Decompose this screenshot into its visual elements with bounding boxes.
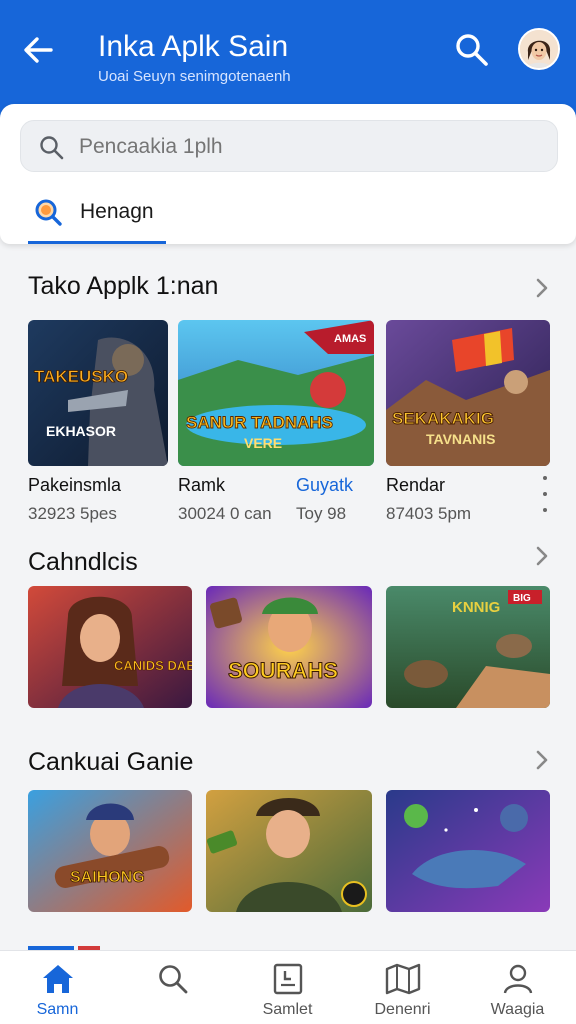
section-title: Cahndlcis <box>28 548 138 576</box>
game-card-art[interactable]: SOURAHS <box>206 586 372 708</box>
card-art-badge: BIG <box>513 593 531 604</box>
bottom-navigation: Samn Samlet Denenri Waagia <box>0 950 576 1024</box>
game-card-art[interactable]: SAIHONG <box>28 790 192 912</box>
nav-label: Samn <box>36 1001 79 1018</box>
app-meta: 32923 5pes <box>28 504 117 523</box>
game-card-art[interactable] <box>206 790 372 912</box>
search-icon <box>158 965 187 994</box>
more-options-icon[interactable] <box>538 474 552 514</box>
nav-item-home[interactable]: Samn <box>0 951 115 1024</box>
tab-label: Henagn <box>80 200 154 223</box>
nav-item-samlet[interactable]: Samlet <box>230 951 345 1024</box>
nav-label: Samlet <box>262 1001 313 1018</box>
page-title: Inka Aplk Sain <box>98 30 289 63</box>
chevron-right-icon[interactable] <box>532 544 552 568</box>
card-art-title: SAIHONG <box>70 869 145 886</box>
nav-label: Waagia <box>490 1001 545 1018</box>
card-art-title: KNNIG <box>452 599 500 616</box>
arrow-left-icon <box>24 37 53 63</box>
back-button[interactable] <box>18 30 58 70</box>
app-meta: 30024 0 can <box>178 504 272 523</box>
app-name[interactable]: Rendar <box>386 475 445 496</box>
avatar[interactable] <box>518 28 560 70</box>
search-icon <box>456 34 488 66</box>
card-art-title: CANIDS DABION <box>114 658 192 673</box>
game-card-art[interactable]: CANIDS DABION <box>28 586 192 708</box>
app-name[interactable]: Pakeinsmla <box>28 475 121 496</box>
app-name[interactable]: Guyatk <box>296 475 353 496</box>
game-card-art[interactable]: AMAS SANUR TADNAHS VERE <box>178 320 374 466</box>
card-art-title: SOURAHS <box>228 658 338 683</box>
app-name[interactable]: Ramk <box>178 475 225 496</box>
game-card-art[interactable]: KNNIG BIG <box>386 586 550 708</box>
card-art-subtitle: VERE <box>244 435 282 451</box>
header-search-button[interactable] <box>452 30 492 70</box>
search-field[interactable] <box>20 120 558 172</box>
tab-active-indicator <box>28 241 166 244</box>
card-art-title: SEKAKAKIG <box>392 409 494 428</box>
card-art-badge: AMAS <box>334 333 366 345</box>
section-title: Cankuai Ganie <box>28 748 194 776</box>
document-icon <box>273 963 302 995</box>
game-card-art[interactable]: SEKAKAKIG TAVNANIS <box>386 320 550 466</box>
search-input[interactable] <box>79 133 539 161</box>
map-icon <box>385 963 420 995</box>
search-color-icon <box>35 199 62 226</box>
home-icon <box>42 965 73 993</box>
nav-item-search[interactable] <box>115 951 230 1024</box>
chevron-right-icon[interactable] <box>532 276 552 300</box>
card-art-title: SANUR TADNAHS <box>186 413 333 432</box>
nav-label: Denenri <box>374 1001 431 1018</box>
card-art-subtitle: TAVNANIS <box>426 431 495 447</box>
nav-item-denenri[interactable]: Denenri <box>345 951 460 1024</box>
game-card-art[interactable]: TAKEUSKO EKHASOR <box>28 320 168 466</box>
section-title: Tako Applk 1:nan <box>28 272 219 300</box>
app-meta: 87403 5pm <box>386 504 472 523</box>
chevron-right-icon[interactable] <box>532 748 552 772</box>
app-meta: Toy 98 <box>296 504 347 523</box>
search-icon <box>40 136 64 160</box>
card-art-title: TAKEUSKO <box>34 367 128 386</box>
card-art-subtitle: EKHASOR <box>46 423 116 439</box>
nav-item-waagia[interactable]: Waagia <box>460 951 575 1024</box>
user-icon <box>503 964 532 994</box>
page-subtitle: Uoai Seuyn senimgotenaenh <box>98 68 291 85</box>
tab-henagn[interactable]: Henagn <box>28 190 166 244</box>
search-card: Henagn <box>0 104 576 244</box>
game-card-art[interactable] <box>386 790 550 912</box>
